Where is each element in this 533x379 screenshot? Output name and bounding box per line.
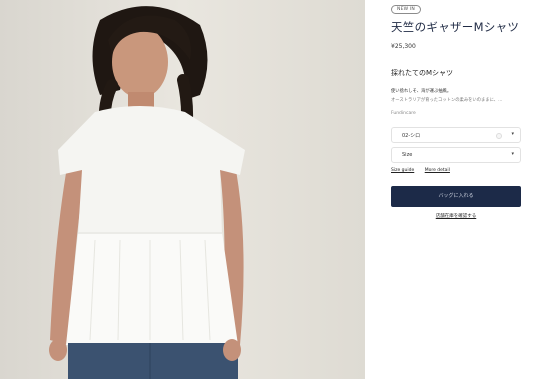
product-photo[interactable]: [0, 0, 365, 379]
product-description-line: 使い捨れしそ、海が運ぶ抽風。: [391, 89, 452, 94]
product-title: 天竺のギャザーMシャツ: [391, 20, 520, 34]
color-select[interactable]: 02-シロ ▾: [391, 127, 521, 143]
color-select-value: 02-シロ: [402, 133, 421, 139]
chevron-down-icon: ▾: [511, 131, 514, 137]
size-select[interactable]: Size ▾: [391, 147, 521, 163]
size-select-value: Size: [402, 152, 413, 158]
model-illustration: [0, 0, 365, 379]
product-links: Size guide More detail: [391, 168, 459, 173]
size-guide-link[interactable]: Size guide: [391, 168, 414, 173]
product-price: ¥25,300: [391, 43, 416, 50]
color-swatch: [496, 133, 502, 139]
color-label: Fundincare: [391, 111, 416, 116]
add-to-cart-button[interactable]: バッグに入れる: [391, 186, 521, 207]
product-description-line[interactable]: オーストラリアが育ったコットンの柔みをいのままに、…: [391, 97, 502, 103]
more-detail-link[interactable]: More detail: [425, 168, 450, 173]
product-subtitle: 採れたてのMシャツ: [391, 69, 454, 77]
new-in-badge: NEW IN: [391, 5, 421, 14]
chevron-down-icon: ▾: [511, 151, 514, 157]
store-stock-link[interactable]: 店舗在庫を確認する: [391, 213, 521, 219]
